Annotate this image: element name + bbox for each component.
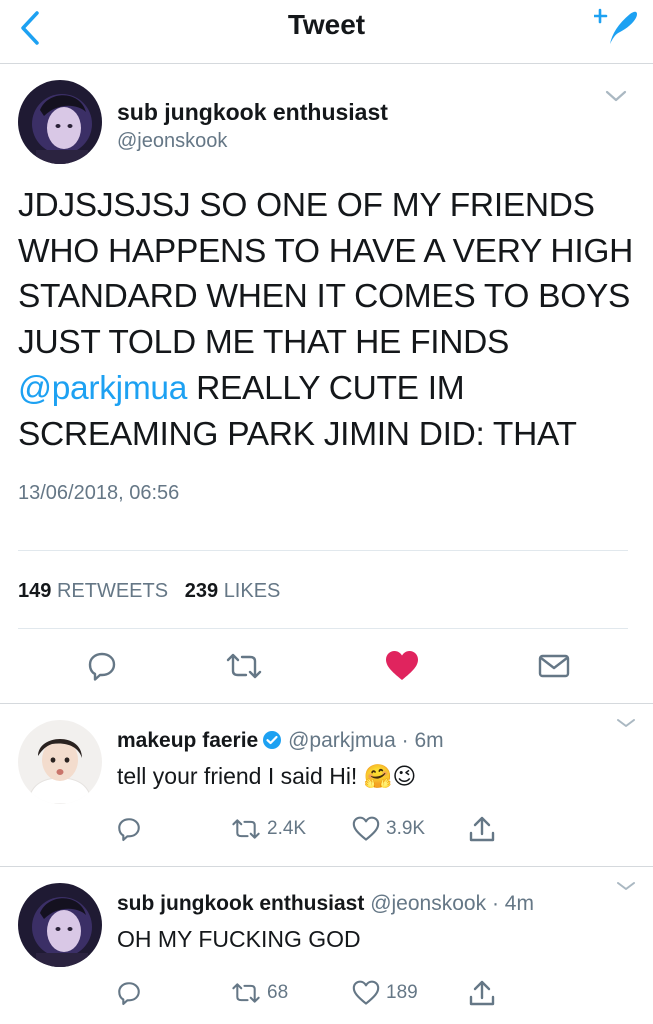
nav-bar: Tweet bbox=[0, 0, 653, 64]
author-handle[interactable]: @jeonskook bbox=[117, 130, 227, 153]
retweet-icon bbox=[232, 819, 260, 839]
reply-time: 4m bbox=[504, 892, 534, 915]
dot-separator: · bbox=[491, 892, 499, 915]
reply-header: sub jungkook enthusiast @jeonskook · 4m bbox=[117, 892, 534, 916]
chevron-down-icon bbox=[617, 719, 635, 727]
reply-header: makeup faerie @parkjmua · 6m bbox=[117, 729, 444, 753]
share-dm-button[interactable] bbox=[532, 646, 576, 686]
compose-tweet-icon bbox=[594, 8, 637, 44]
reply-retweet-button[interactable]: 2.4K bbox=[231, 817, 306, 841]
heart-outline-icon bbox=[352, 980, 380, 1005]
author-avatar[interactable] bbox=[18, 80, 102, 164]
reply-share-button[interactable] bbox=[469, 979, 495, 1007]
reply-button[interactable] bbox=[80, 646, 124, 686]
tweet-text: JDJSJSJSJ SO ONE OF MY FRIENDS WHO HAPPE… bbox=[18, 183, 643, 457]
reply-share-button[interactable] bbox=[469, 815, 495, 843]
retweet-icon bbox=[232, 983, 260, 1003]
divider bbox=[18, 628, 628, 629]
reply-author-name[interactable]: makeup faerie bbox=[117, 729, 258, 752]
heart-icon bbox=[386, 651, 418, 680]
tweet-timestamp: 13/06/2018, 06:56 bbox=[18, 482, 180, 504]
share-icon bbox=[469, 816, 495, 842]
reply-reply-button[interactable] bbox=[116, 816, 142, 842]
share-icon bbox=[469, 980, 495, 1006]
reply-avatar[interactable] bbox=[18, 720, 102, 804]
reply-emojis: 🤗😉 bbox=[363, 763, 417, 789]
reply-author-handle[interactable]: @jeonskook bbox=[370, 892, 486, 915]
reply-menu-button[interactable] bbox=[612, 876, 640, 896]
reply-author-name[interactable]: sub jungkook enthusiast bbox=[117, 892, 364, 915]
divider bbox=[0, 866, 653, 867]
heart-outline-icon bbox=[352, 816, 380, 841]
dot-separator: · bbox=[401, 729, 409, 752]
mention-link[interactable]: @parkjmua bbox=[18, 370, 187, 407]
retweets-label[interactable]: RETWEETS bbox=[57, 580, 168, 602]
author-name[interactable]: sub jungkook enthusiast bbox=[117, 99, 388, 126]
reply-time: 6m bbox=[414, 729, 444, 752]
retweet-button[interactable] bbox=[220, 646, 268, 686]
reply-reply-button[interactable] bbox=[116, 980, 142, 1006]
reply-author-handle[interactable]: @parkjmua bbox=[288, 729, 396, 752]
chevron-down-icon bbox=[605, 90, 627, 102]
retweet-icon bbox=[226, 653, 262, 679]
reply-icon bbox=[118, 818, 140, 842]
reply-avatar[interactable] bbox=[18, 883, 102, 967]
reply-icon bbox=[118, 982, 140, 1006]
reply-text-body: tell your friend I said Hi! bbox=[117, 763, 358, 789]
like-button[interactable] bbox=[380, 645, 424, 687]
reply-retweet-count: 2.4K bbox=[267, 818, 307, 839]
tweet-stats: 149 RETWEETS 239 LIKES bbox=[18, 580, 280, 603]
compose-button[interactable] bbox=[591, 2, 643, 52]
likes-label[interactable]: LIKES bbox=[224, 580, 281, 602]
reply-text: tell your friend I said Hi! 🤗😉 bbox=[117, 763, 416, 790]
divider bbox=[18, 550, 628, 551]
reply-menu-button[interactable] bbox=[612, 713, 640, 733]
reply-text: OH MY FUCKING GOD bbox=[117, 926, 361, 952]
envelope-icon bbox=[538, 654, 570, 678]
reply-icon bbox=[88, 652, 116, 681]
tweet-menu-button[interactable] bbox=[602, 84, 630, 108]
divider bbox=[0, 703, 653, 704]
reply-like-button[interactable]: 3.9K bbox=[352, 816, 425, 842]
chevron-down-icon bbox=[617, 882, 635, 890]
reply-like-count: 3.9K bbox=[386, 818, 426, 839]
reply-retweet-count: 68 bbox=[267, 982, 289, 1003]
reply-retweet-button[interactable]: 68 bbox=[231, 981, 288, 1005]
retweets-count[interactable]: 149 bbox=[18, 580, 51, 602]
verified-badge-icon bbox=[263, 731, 282, 749]
page-title: Tweet bbox=[287, 9, 366, 40]
reply-like-button[interactable]: 189 bbox=[352, 980, 418, 1006]
likes-count[interactable]: 239 bbox=[185, 580, 218, 602]
reply-like-count: 189 bbox=[386, 982, 418, 1003]
tweet-text-before: JDJSJSJSJ SO ONE OF MY FRIENDS WHO HAPPE… bbox=[18, 187, 633, 362]
